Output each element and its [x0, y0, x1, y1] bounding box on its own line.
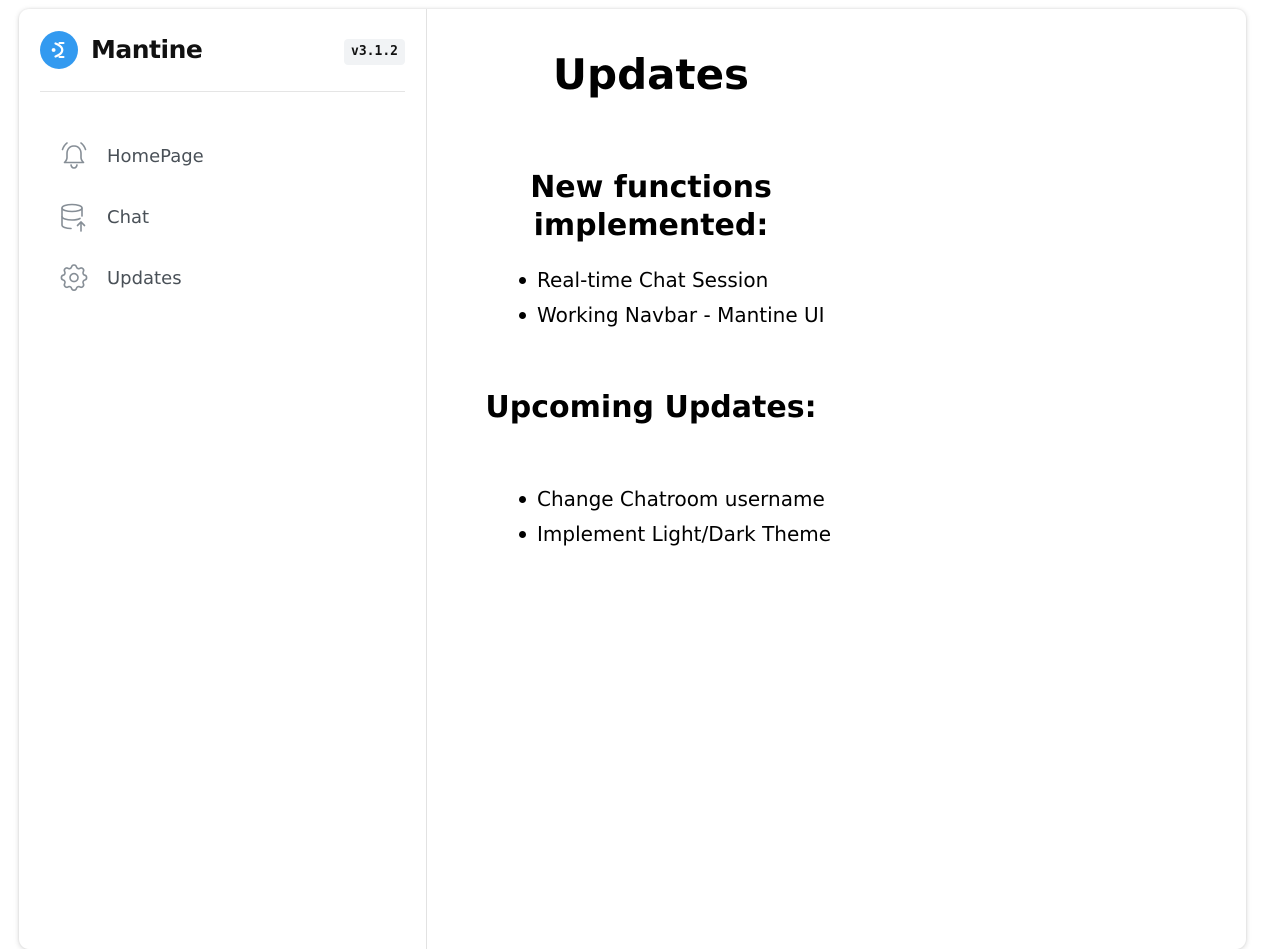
implemented-list: Real-time Chat Session Working Navbar - … — [516, 263, 825, 333]
main-content: Updates New functions implemented: Real-… — [428, 9, 1246, 949]
database-upload-icon — [58, 201, 90, 233]
list-item: Change Chatroom username — [516, 482, 831, 517]
upcoming-list: Change Chatroom username Implement Light… — [516, 482, 831, 552]
list-item-text: Change Chatroom username — [537, 487, 825, 511]
bell-icon — [58, 140, 90, 172]
list-item: Working Navbar - Mantine UI — [516, 298, 825, 333]
mantine-logo-icon[interactable] — [40, 31, 78, 69]
navbar: Mantine v3.1.2 HomePage Chat Updates — [19, 9, 427, 949]
nav-link-label: Updates — [107, 268, 182, 289]
gear-icon — [58, 262, 90, 294]
bullet-icon — [519, 496, 526, 503]
bullet-icon — [519, 531, 526, 538]
nav-link-homepage[interactable]: HomePage — [40, 126, 405, 187]
nav-link-label: Chat — [107, 207, 150, 228]
list-item-text: Working Navbar - Mantine UI — [537, 303, 825, 327]
nav-link-label: HomePage — [107, 146, 204, 167]
bullet-icon — [519, 277, 526, 284]
section-heading-upcoming: Upcoming Updates: — [485, 390, 817, 425]
version-badge: v3.1.2 — [344, 39, 405, 65]
brand-name: Mantine — [91, 35, 203, 64]
list-item: Real-time Chat Session — [516, 263, 825, 298]
page-title: Updates — [552, 50, 750, 99]
bullet-icon — [519, 312, 526, 319]
navbar-header: Mantine v3.1.2 — [40, 9, 405, 92]
list-item: Implement Light/Dark Theme — [516, 517, 831, 552]
nav-links: HomePage Chat Updates — [40, 126, 405, 309]
list-item-text: Implement Light/Dark Theme — [537, 522, 832, 546]
nav-link-chat[interactable]: Chat — [40, 187, 405, 248]
nav-link-updates[interactable]: Updates — [40, 248, 405, 309]
app-window: Mantine v3.1.2 HomePage Chat Updates Upd… — [19, 9, 1246, 949]
list-item-text: Real-time Chat Session — [537, 268, 769, 292]
section-heading-implemented: New functions implemented: — [530, 170, 772, 243]
